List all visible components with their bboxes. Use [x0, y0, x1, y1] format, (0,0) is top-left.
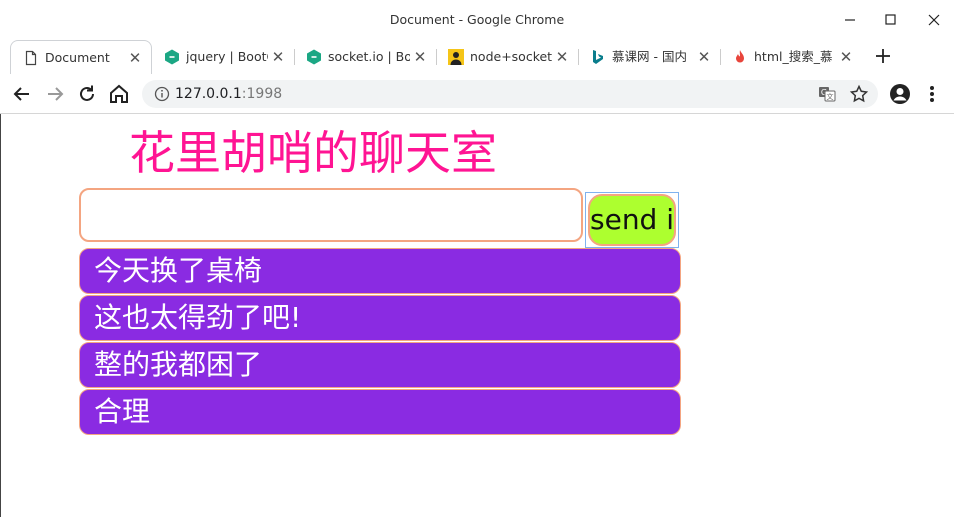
tab-close-button[interactable]: ✕ [270, 40, 286, 74]
home-icon [110, 84, 128, 103]
tab-label: html_搜索_慕 [754, 49, 833, 64]
tab-label: Document [45, 50, 110, 65]
plus-icon [876, 49, 890, 63]
info-icon[interactable] [154, 86, 170, 102]
page-title: 花里胡哨的聊天室 [129, 126, 497, 180]
address-bar[interactable]: 127.0.0.1:1998 G文 [142, 80, 878, 108]
minimize-button[interactable] [838, 8, 862, 32]
forward-button[interactable] [43, 82, 67, 106]
tab-label: socket.io | Bo [328, 49, 410, 64]
svg-text:文: 文 [827, 92, 834, 101]
window-title: Document - Google Chrome [389, 12, 565, 27]
bing-icon [593, 50, 603, 64]
tab-close-button[interactable]: ✕ [838, 40, 854, 74]
url-host: 127.0.0.1 [175, 86, 242, 102]
arrow-left-icon [13, 87, 29, 101]
home-button[interactable] [107, 82, 131, 106]
send-button[interactable]: send it [588, 194, 676, 246]
message-item: 今天换了桌椅 [79, 248, 681, 294]
reload-button[interactable] [75, 82, 99, 106]
tab-close-button[interactable]: ✕ [554, 40, 570, 74]
avatar-icon [448, 49, 464, 65]
tab-close-button[interactable]: ✕ [127, 41, 143, 74]
arrow-right-icon [48, 87, 64, 101]
message-item: 整的我都困了 [79, 342, 681, 388]
more-vertical-icon [930, 86, 934, 102]
message-item: 合理 [79, 389, 681, 435]
minimize-icon [845, 19, 855, 21]
tab-close-button[interactable]: ✕ [696, 40, 712, 74]
tab-document[interactable]: Document ✕ [10, 40, 152, 74]
fire-icon [736, 50, 744, 63]
account-icon [890, 84, 910, 104]
back-button[interactable] [10, 82, 34, 106]
browser-toolbar: 127.0.0.1:1998 G文 [0, 74, 954, 114]
url-port: :1998 [241, 86, 283, 102]
close-window-button[interactable] [922, 8, 946, 32]
window-title-bar: Document - Google Chrome [0, 0, 954, 40]
maximize-button[interactable] [878, 8, 902, 32]
page-viewport: 花里胡哨的聊天室 send it 今天换了桌椅 这也太得劲了吧! 整的我都困了 … [0, 114, 954, 517]
translate-icon[interactable]: G文 [818, 85, 836, 103]
tab-label: jquery | BootC [186, 49, 268, 64]
tab-close-button[interactable]: ✕ [412, 40, 428, 74]
bootcdn-icon [165, 49, 179, 65]
new-tab-button[interactable] [872, 45, 894, 67]
message-item: 这也太得劲了吧! [79, 295, 681, 341]
reload-icon [80, 85, 94, 101]
tab-html-search[interactable]: html_搜索_慕 ✕ [720, 40, 862, 74]
document-icon [25, 50, 37, 66]
star-icon[interactable] [849, 84, 869, 104]
tab-socketio[interactable]: socket.io | Bo ✕ [294, 40, 436, 74]
tab-imooc[interactable]: 慕课网 - 国内 ✕ [578, 40, 720, 74]
bootcdn-icon [307, 49, 321, 65]
chrome-menu-button[interactable] [922, 82, 942, 106]
url-text[interactable]: 127.0.0.1:1998 [175, 80, 282, 108]
close-icon [928, 14, 940, 26]
send-button-focus-outline: send it [585, 192, 679, 248]
tab-strip: Document ✕ jquery | BootC ✕ socket.io | … [0, 40, 954, 74]
message-input[interactable] [79, 188, 583, 242]
tab-node-socket[interactable]: node+socket ✕ [436, 40, 578, 74]
maximize-icon [885, 14, 896, 25]
profile-button[interactable] [888, 82, 912, 106]
tab-label: node+socket [470, 49, 552, 64]
tab-jquery[interactable]: jquery | BootC ✕ [152, 40, 294, 74]
tab-label: 慕课网 - 国内 [612, 49, 687, 64]
message-list: 今天换了桌椅 这也太得劲了吧! 整的我都困了 合理 [79, 248, 681, 436]
